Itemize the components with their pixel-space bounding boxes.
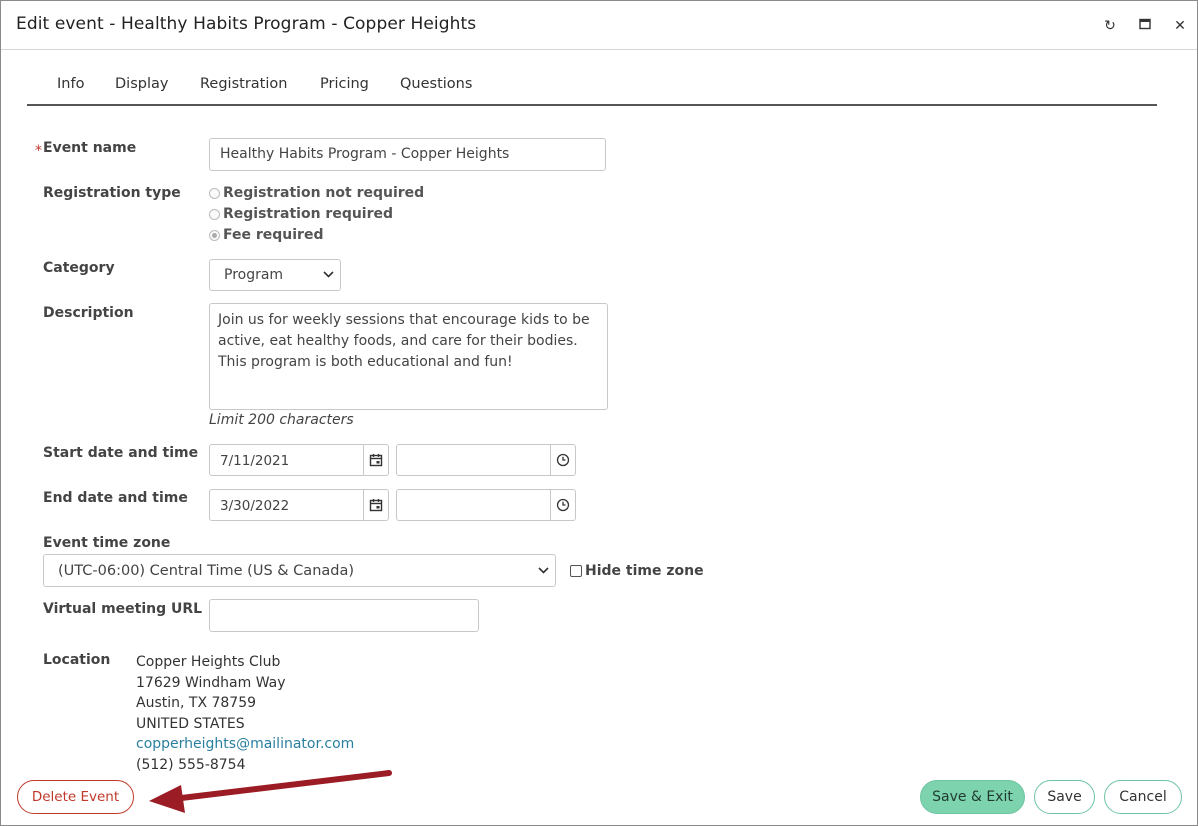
tab-bar: Info Display Registration Pricing Questi… [27,76,1157,106]
tab-info[interactable]: Info [57,76,84,92]
tab-questions[interactable]: Questions [400,76,472,92]
radio-fee-required[interactable]: Fee required [209,227,323,243]
location-label: Location [43,652,111,668]
clock-icon[interactable] [550,490,575,520]
description-label: Description [43,305,134,321]
timezone-select[interactable]: (UTC-06:00) Central Time (US & Canada) [43,554,556,587]
location-street: 17629 Windham Way [136,674,286,691]
location-city: Austin, TX 78759 [136,695,257,712]
delete-event-button[interactable]: Delete Event [17,780,134,814]
hide-timezone-checkbox[interactable]: Hide time zone [570,563,704,579]
category-value: Program [224,267,284,283]
tab-registration[interactable]: Registration [200,76,287,92]
chevron-down-icon [538,564,549,577]
checkbox[interactable] [570,565,582,577]
virtual-url-label: Virtual meeting URL [43,601,203,617]
refresh-icon[interactable]: ↻ [1099,15,1121,37]
start-time-input[interactable] [396,444,576,476]
close-icon[interactable]: ✕ [1169,15,1191,37]
save-button[interactable]: Save [1034,780,1095,814]
edit-event-dialog: Edit event - Healthy Habits Program - Co… [0,0,1198,826]
radio-registration-not-required[interactable]: Registration not required [209,185,424,201]
location-email-link[interactable]: copperheights@mailinator.com [136,734,354,755]
category-label: Category [43,260,115,276]
event-name-label: Event name [43,140,137,156]
description-textarea[interactable]: Join us for weekly sessions that encoura… [209,303,608,410]
event-name-input[interactable]: Healthy Habits Program - Copper Heights [209,138,606,171]
description-limit-hint: Limit 200 characters [209,412,354,428]
maximize-icon[interactable] [1134,15,1156,37]
end-date-label: End date and time [43,490,188,506]
timezone-label: Event time zone [43,535,171,551]
location-name: Copper Heights Club [136,654,281,670]
annotation-arrow-icon [149,770,392,813]
hide-timezone-label: Hide time zone [585,563,704,579]
tab-display[interactable]: Display [115,76,168,92]
calendar-icon[interactable] [363,445,388,475]
location-details: Copper Heights Club 17629 Windham Way Au… [136,652,354,776]
start-date-input[interactable]: 7/11/2021 [209,444,389,476]
start-date-value: 7/11/2021 [220,453,290,469]
dialog-title: Edit event - Healthy Habits Program - Co… [16,14,477,34]
registration-type-label: Registration type [43,185,181,201]
radio-label: Registration required [223,206,394,222]
radio-registration-required[interactable]: Registration required [209,206,393,222]
required-marker: * [35,143,42,159]
chevron-down-icon [323,269,334,282]
timezone-value: (UTC-06:00) Central Time (US & Canada) [58,562,355,579]
radio-label: Fee required [223,227,324,243]
clock-icon[interactable] [550,445,575,475]
location-country: UNITED STATES [136,715,245,732]
radio-label: Registration not required [223,185,425,201]
category-select[interactable]: Program [209,259,341,291]
radio-button[interactable] [209,187,220,199]
calendar-icon[interactable] [363,490,388,520]
end-date-value: 3/30/2022 [220,498,290,514]
virtual-url-input[interactable] [209,599,479,632]
radio-button[interactable] [209,208,220,220]
end-date-input[interactable]: 3/30/2022 [209,489,389,521]
end-time-input[interactable] [396,489,576,521]
cancel-button[interactable]: Cancel [1104,780,1182,814]
start-date-label: Start date and time [43,445,199,461]
radio-button-selected[interactable] [209,229,220,241]
tab-pricing[interactable]: Pricing [320,76,369,92]
dialog-titlebar: Edit event - Healthy Habits Program - Co… [1,1,1197,50]
save-exit-button[interactable]: Save & Exit [920,780,1025,814]
